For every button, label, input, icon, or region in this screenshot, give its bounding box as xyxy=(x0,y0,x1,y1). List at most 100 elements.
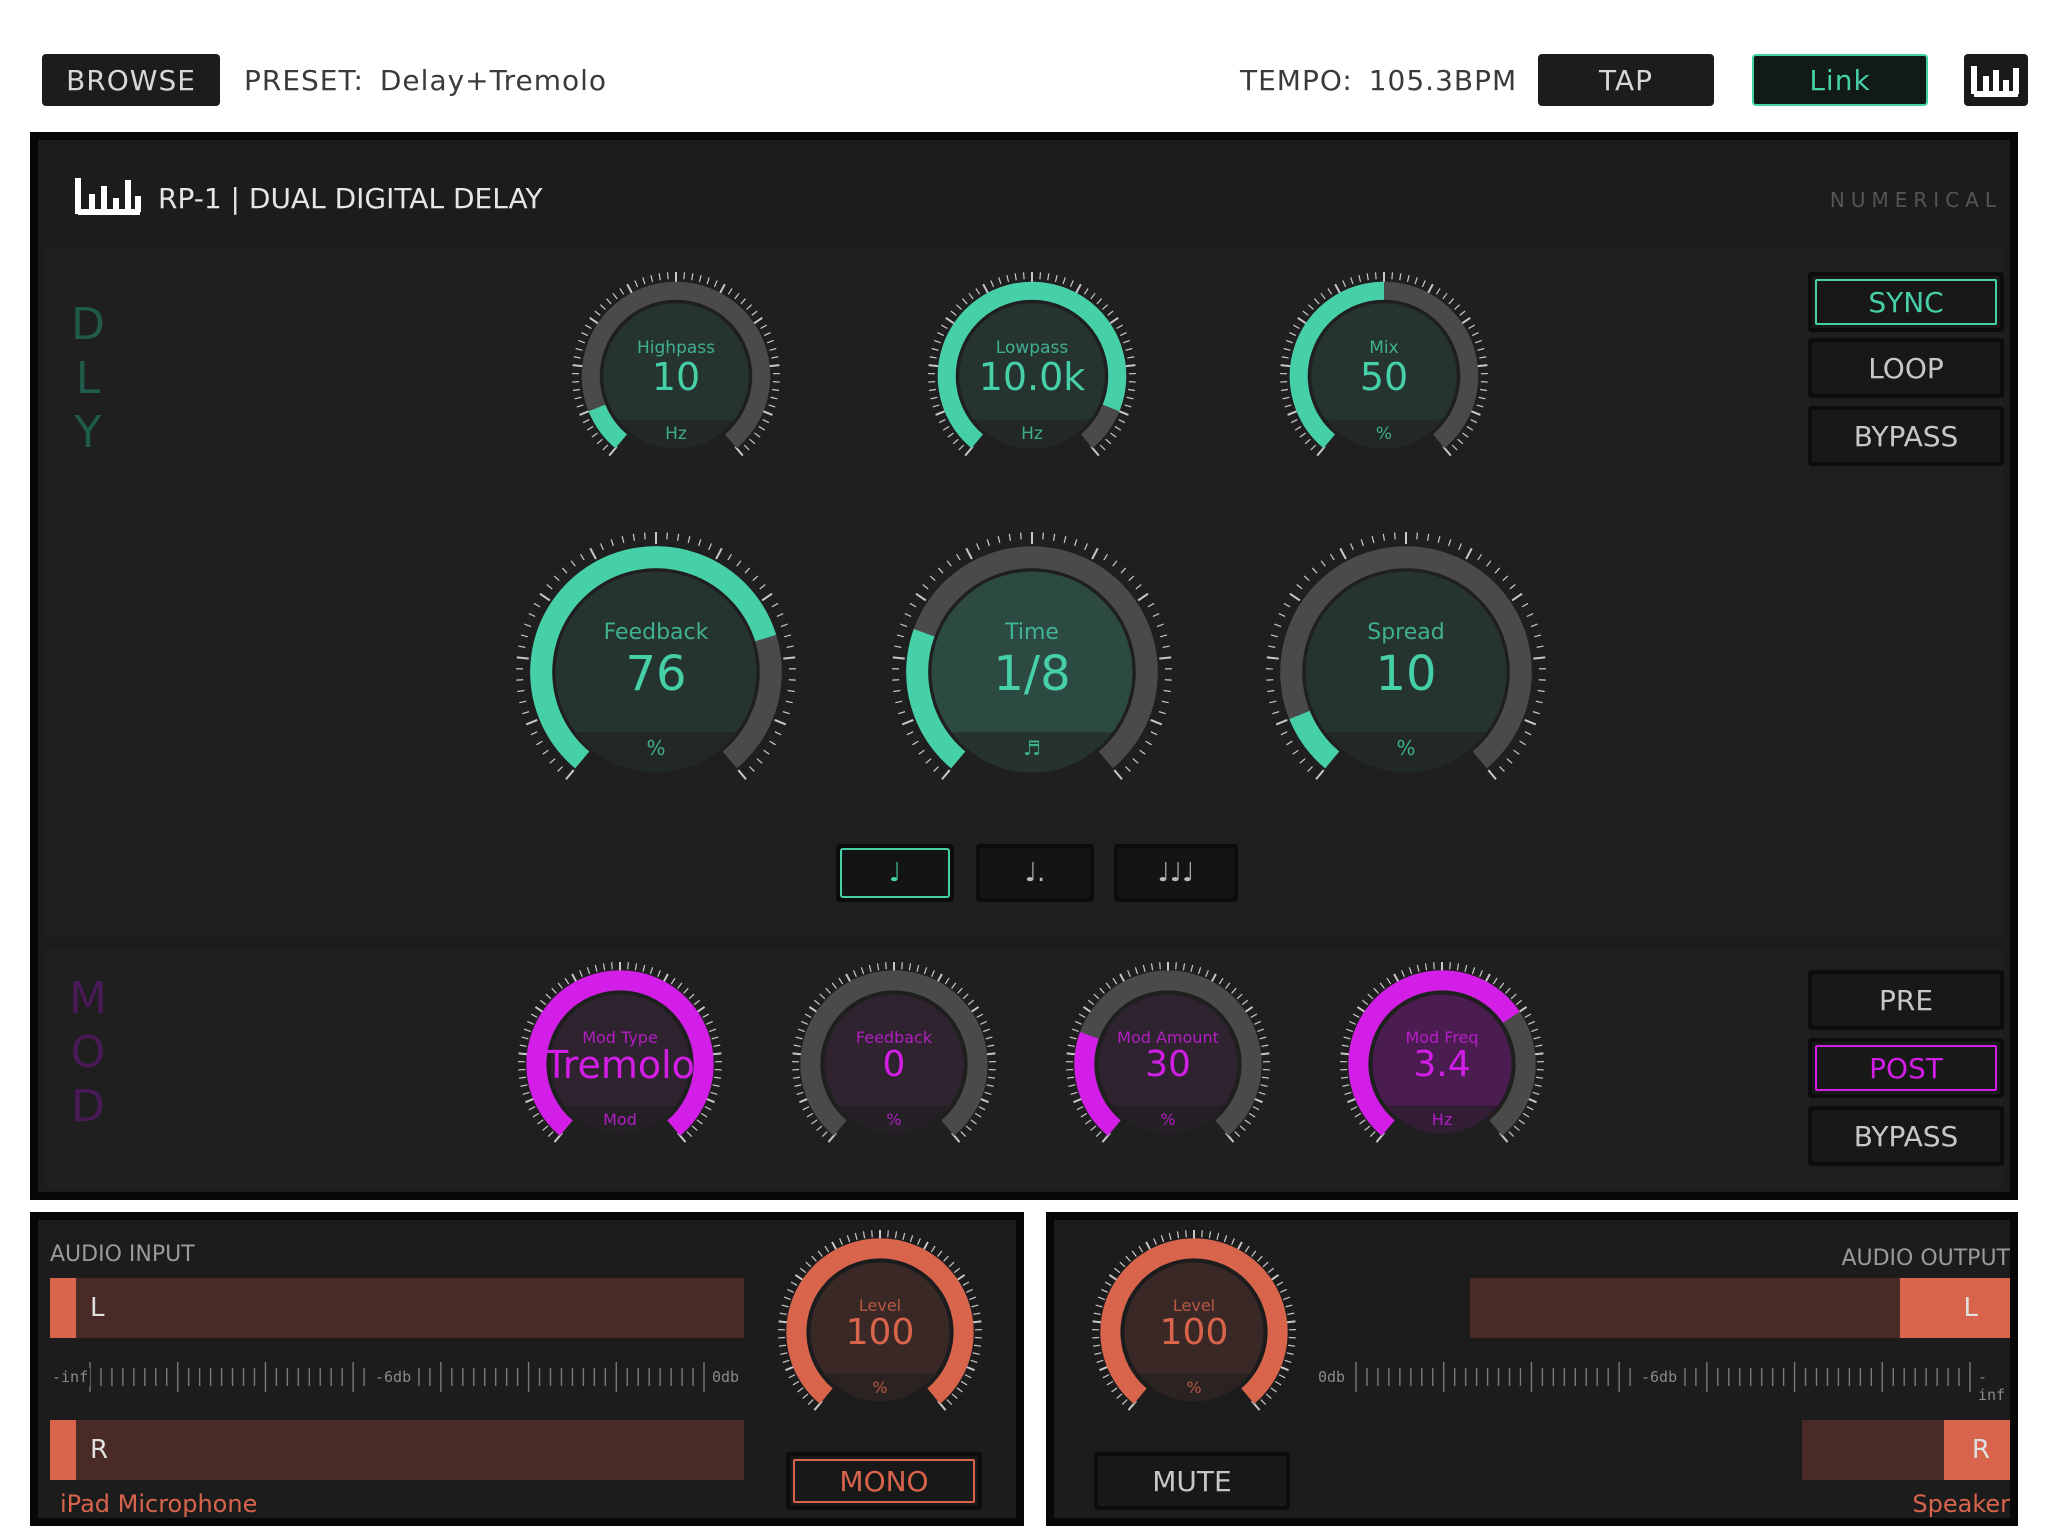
quarter-note-icon: ♩ xyxy=(840,848,950,898)
input-meter-left-fill xyxy=(50,1278,76,1338)
delay-section: D L Y Highpass 10 Hz Lowpass 10.0k Hz Mix 50%… xyxy=(46,248,2004,936)
preset-label: PRESET: xyxy=(244,64,364,97)
plugin-logo-icon xyxy=(74,176,142,216)
pre-button[interactable]: PRE xyxy=(1808,970,2004,1030)
knob-value: 100 xyxy=(845,1312,915,1354)
output-device-name[interactable]: Speaker xyxy=(1912,1490,2010,1518)
post-button-label: POST xyxy=(1815,1045,1997,1091)
input-meter-right-fill xyxy=(50,1420,76,1480)
knob-unit: Mod xyxy=(603,1109,637,1129)
knob-label: Spread xyxy=(1367,619,1445,645)
note-mode-straight-button[interactable]: ♩ xyxy=(836,844,954,902)
knob-value: 50 xyxy=(1359,355,1409,400)
audio-input-panel: AUDIO INPUT L -inf -6db 0db R iPad Microph… xyxy=(30,1212,1024,1526)
knob-label: Time xyxy=(1005,619,1059,645)
output-meter-scale: 0db -6db -inf xyxy=(1316,1360,2010,1404)
delay-bypass-button[interactable]: BYPASS xyxy=(1808,406,2004,466)
knob-value: 3.4 xyxy=(1413,1044,1471,1086)
delay-plugin-panel: RP-1 | DUAL DIGITAL DELAY NUMERICAL D L … xyxy=(30,132,2018,1200)
knob-value: Tremolo xyxy=(545,1043,695,1088)
knob-unit: Hz xyxy=(665,423,687,444)
preset-name: Delay+Tremolo xyxy=(379,64,608,97)
section-letter: D xyxy=(71,1081,105,1132)
meter-scale-label: 0db xyxy=(1316,1368,1348,1386)
knob-value: 10 xyxy=(1375,645,1437,702)
knob-unit: Hz xyxy=(1431,1109,1453,1129)
audio-output-title: AUDIO OUTPUT xyxy=(1841,1246,2010,1271)
knob-value: 30 xyxy=(1145,1044,1191,1086)
knob-unit: % xyxy=(1160,1109,1176,1129)
section-letter: D xyxy=(71,299,105,350)
input-meter-right: R xyxy=(50,1420,744,1480)
mix-knob[interactable]: Mix 50% xyxy=(1278,270,1490,482)
input-device-name[interactable]: iPad Microphone xyxy=(60,1490,257,1518)
meter-scale-label: -6db xyxy=(373,1368,414,1386)
mod-amount-knob[interactable]: Mod Amount 30% xyxy=(1064,960,1272,1168)
section-letter: O xyxy=(70,1027,106,1078)
channel-label: R xyxy=(1971,1435,1990,1465)
meter-scale-label: 0db xyxy=(710,1368,742,1386)
meter-scale-label: -inf xyxy=(1976,1368,2010,1404)
section-letter: M xyxy=(69,973,107,1024)
mod-freq-knob[interactable]: Mod Freq 3.4 Hz xyxy=(1338,960,1546,1168)
section-letter: Y xyxy=(74,407,102,458)
knob-label: Feedback xyxy=(603,619,709,645)
knob-unit: % xyxy=(1375,423,1393,444)
mod-section: M O D Mod Type Tremolo Mod Feedback 0% Mod … xyxy=(46,948,2004,1190)
lowpass-knob[interactable]: Lowpass 10.0k Hz xyxy=(926,270,1138,482)
knob-value: 1/8 xyxy=(993,645,1071,702)
knob-unit: % xyxy=(886,1109,902,1129)
time-knob[interactable]: Time 1/8 ♬ xyxy=(890,530,1174,814)
meter-scale-label: -inf xyxy=(50,1368,91,1386)
output-meter-left: L xyxy=(1470,1278,2010,1338)
app-logo-icon[interactable] xyxy=(1964,54,2028,106)
mod-type-knob[interactable]: Mod Type Tremolo Mod xyxy=(516,960,724,1168)
channel-label: L xyxy=(1963,1293,1979,1323)
knob-value: 0 xyxy=(882,1044,906,1086)
tempo-display: TEMPO: 105.3BPM xyxy=(1240,64,1517,97)
output-meter-left-fill xyxy=(1900,1278,2010,1338)
plugin-title: RP-1 | DUAL DIGITAL DELAY xyxy=(158,182,543,215)
knob-value: 10 xyxy=(651,355,701,400)
knob-unit: % xyxy=(872,1377,888,1397)
output-level-knob[interactable]: Level 100% xyxy=(1090,1228,1298,1436)
audio-output-panel: AUDIO OUTPUT Level 100% MUTE L 0db -6db -in… xyxy=(1046,1212,2018,1526)
mono-button-label: MONO xyxy=(793,1459,975,1503)
spread-knob[interactable]: Spread 10% xyxy=(1264,530,1548,814)
preset-display[interactable]: PRESET: Delay+Tremolo xyxy=(244,64,607,97)
music-note-icon: ♬ xyxy=(1023,736,1041,761)
audio-input-title: AUDIO INPUT xyxy=(50,1242,195,1267)
output-meter-right: R xyxy=(1802,1420,2010,1480)
view-mode-toggle[interactable]: NUMERICAL xyxy=(1830,188,2002,212)
plugin-header: RP-1 | DUAL DIGITAL DELAY NUMERICAL xyxy=(46,148,2002,240)
sync-button-label: SYNC xyxy=(1815,279,1997,325)
link-button[interactable]: Link xyxy=(1752,54,1928,106)
note-mode-triplet-button[interactable]: ♩♩♩ xyxy=(1114,844,1238,902)
knob-unit: Hz xyxy=(1021,423,1043,444)
mod-bypass-button[interactable]: BYPASS xyxy=(1808,1106,2004,1166)
highpass-knob[interactable]: Highpass 10 Hz xyxy=(570,270,782,482)
tap-tempo-button[interactable]: TAP xyxy=(1538,54,1714,106)
knob-unit: % xyxy=(646,736,666,761)
input-level-knob[interactable]: Level 100% xyxy=(776,1228,984,1436)
section-letter: L xyxy=(75,353,101,404)
knob-value: 76 xyxy=(625,645,687,702)
loop-button[interactable]: LOOP xyxy=(1808,338,2004,398)
browse-button[interactable]: BROWSE xyxy=(42,54,220,106)
mod-feedback-knob[interactable]: Feedback 0% xyxy=(790,960,998,1168)
mute-button[interactable]: MUTE xyxy=(1094,1452,1290,1510)
input-meter-scale: -inf -6db 0db xyxy=(50,1360,744,1394)
channel-label: L xyxy=(90,1293,105,1323)
sync-button[interactable]: SYNC xyxy=(1808,272,2004,332)
mono-button[interactable]: MONO xyxy=(786,1452,982,1510)
delay-section-label: D L Y xyxy=(68,298,108,460)
input-meter-left: L xyxy=(50,1278,744,1338)
mod-section-label: M O D xyxy=(68,972,108,1134)
channel-label: R xyxy=(90,1435,109,1465)
note-mode-dotted-button[interactable]: ♩. xyxy=(976,844,1094,902)
knob-unit: % xyxy=(1396,736,1416,761)
feedback-knob[interactable]: Feedback 76% xyxy=(514,530,798,814)
post-button[interactable]: POST xyxy=(1808,1038,2004,1098)
tempo-label: TEMPO: xyxy=(1240,64,1353,97)
knob-value: 10.0k xyxy=(978,355,1086,400)
